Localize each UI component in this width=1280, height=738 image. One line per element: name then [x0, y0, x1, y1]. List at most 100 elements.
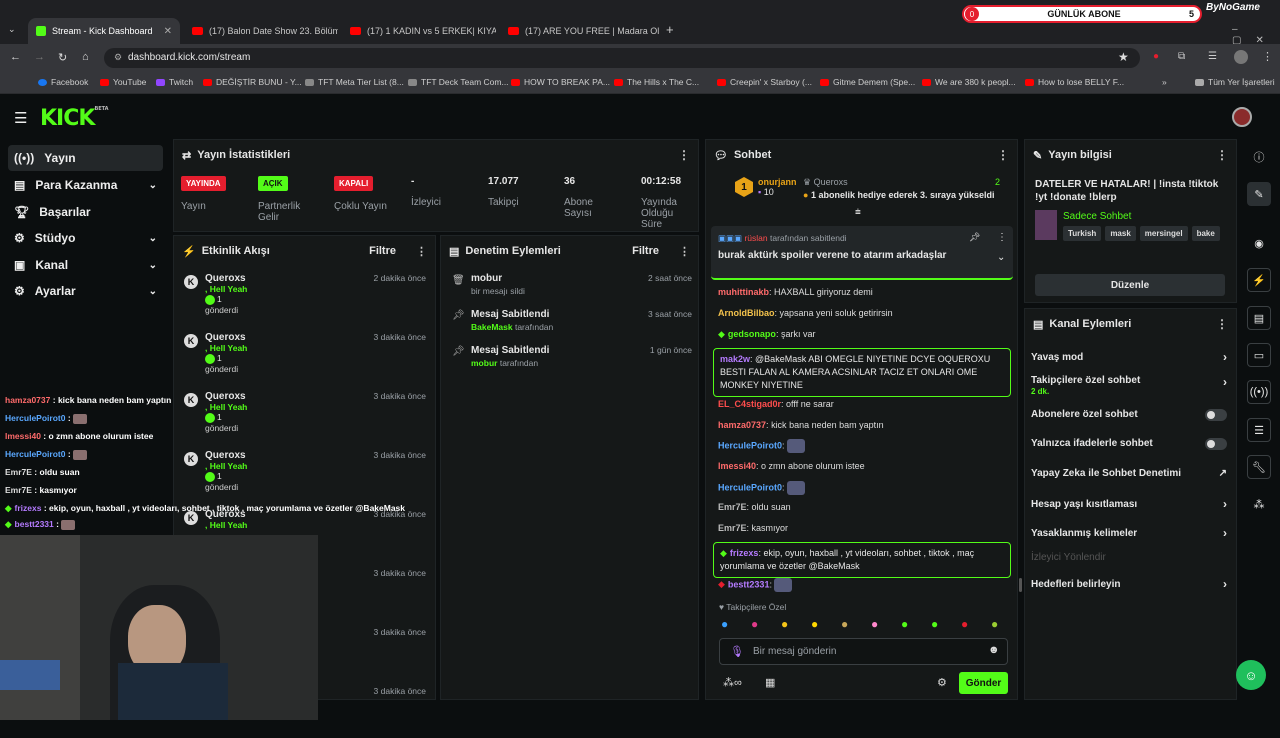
bookmark-item[interactable]: How to lose BELLY F...	[1025, 77, 1124, 87]
camera-icon[interactable]: ◉	[1247, 231, 1271, 255]
reload-icon[interactable]: ↻	[58, 51, 67, 64]
ball-emote-icon[interactable]: ●	[991, 617, 998, 631]
cup-emote-icon[interactable]: ●	[931, 617, 938, 631]
emotes-only-toggle[interactable]	[1205, 438, 1227, 450]
setting-account-age[interactable]: Hesap yaşı kısıtlaması ›	[1031, 497, 1227, 511]
tag[interactable]: bake	[1191, 226, 1220, 241]
tab-youtube-2[interactable]: (17) 1 KADIN vs 5 ERKEK| KIYAFET ✕	[342, 18, 496, 44]
bookmark-item[interactable]: Twitch	[156, 77, 193, 87]
wrench-icon[interactable]: 🔧︎	[1247, 455, 1271, 479]
forward-icon[interactable]: →	[34, 51, 45, 63]
chat-username[interactable]: gedsonapo	[728, 329, 776, 339]
edit-button[interactable]: Düzenle	[1035, 274, 1225, 296]
bookmark-item[interactable]: DEĞİŞTİR BUNU - Y...	[203, 77, 302, 87]
chat-username[interactable]: hamza0737	[718, 420, 766, 430]
new-tab-button[interactable]: +	[666, 22, 674, 37]
support-chat-button[interactable]: ☺	[1236, 660, 1266, 690]
top-gifter[interactable]: onurjann ▪ 10	[758, 177, 797, 197]
tag[interactable]: mask	[1105, 226, 1136, 241]
setting-slow-mode[interactable]: Yavaş mod ›	[1031, 350, 1227, 364]
chat-username[interactable]: Emr7E	[718, 523, 747, 533]
more-options-icon[interactable]: ⋮	[679, 245, 690, 258]
more-options-icon[interactable]: ⋮	[416, 245, 427, 258]
sidebar-item-basarilar[interactable]: 🏆︎ Başarılar	[8, 199, 163, 225]
sword-emote-icon[interactable]: ●	[751, 617, 758, 631]
tab-kick-dashboard[interactable]: Stream - Kick Dashboard ✕	[28, 18, 180, 44]
tag[interactable]: Turkish	[1063, 226, 1102, 241]
chevron-down-icon[interactable]: ⌄	[997, 252, 1005, 263]
more-options-icon[interactable]: ⋮	[997, 232, 1007, 243]
home-icon[interactable]: ⌂	[82, 51, 89, 63]
chat-username[interactable]: frizexs	[730, 548, 759, 558]
setting-followers-only[interactable]: Takipçilere özel sohbet 2 dk. ›	[1031, 375, 1227, 396]
tab-list-chevron-icon[interactable]: ⌄	[8, 24, 16, 35]
hamburger-menu-icon[interactable]: ☰	[14, 109, 27, 127]
chat-username[interactable]: ArnoldBilbao	[718, 308, 775, 318]
send-button[interactable]: Gönder	[959, 672, 1008, 694]
bookmark-star-icon[interactable]: ★	[1118, 50, 1129, 64]
chat-username[interactable]: HerculePoirot0	[718, 482, 782, 492]
pencil-icon[interactable]: ✎	[1247, 182, 1271, 206]
more-icon[interactable]: ⋮	[1262, 50, 1273, 63]
setting-goals[interactable]: Hedefleri belirleyin ›	[1031, 577, 1227, 591]
bookmark-item[interactable]: YouTube	[100, 77, 146, 87]
tab-youtube-3[interactable]: (17) ARE YOU FREE | Madara Ol ✕	[500, 18, 660, 44]
sidebar-item-ayarlar[interactable]: ⚙ Ayarlar ⌄	[8, 278, 163, 304]
bookmark-item[interactable]: HOW TO BREAK PA...	[511, 77, 610, 87]
moderation-user[interactable]: BakeMask	[471, 322, 513, 332]
setting-ai-moderation[interactable]: Yapay Zeka ile Sohbet Denetimi ↗	[1031, 468, 1227, 479]
chat-username[interactable]: EL_C4stigad0r	[718, 399, 781, 409]
moderation-user[interactable]: mobur	[471, 358, 497, 368]
list-icon[interactable]: ☰	[1247, 418, 1271, 442]
bookmark-item[interactable]: Facebook	[38, 77, 88, 87]
share-icon[interactable]: ⁂	[1247, 492, 1271, 516]
extensions-puzzle-icon[interactable]: ⧉	[1178, 51, 1185, 62]
bookmark-item[interactable]: Creepin' x Starboy (...	[717, 77, 812, 87]
chat-input[interactable]: 🎙︎ Bir mesaj gönderin ☻	[719, 638, 1008, 665]
window-controls[interactable]: –▢✕	[1232, 24, 1280, 46]
bookmark-item[interactable]: Gitme Demem (Spe...	[820, 77, 915, 87]
emoji-icon[interactable]: ☻	[988, 644, 1000, 656]
info-icon[interactable]: ⓘ	[1247, 145, 1271, 169]
kick-logo[interactable]: KICKBETA	[40, 106, 109, 131]
cinema-emote-icon[interactable]: ●	[841, 617, 848, 631]
menu-icon[interactable]: ☰	[1208, 51, 1217, 62]
bot-icon[interactable]: ⁂∞	[723, 676, 742, 689]
document-icon[interactable]: ▤	[1247, 306, 1271, 330]
gear-icon[interactable]: ⚙	[937, 676, 947, 689]
extension-icon[interactable]: ●	[1153, 51, 1159, 62]
chat-username[interactable]: Emr7E	[718, 502, 747, 512]
expand-gifters-icon[interactable]: ⩧	[855, 207, 861, 218]
sidebar-item-para-kazanma[interactable]: ▤ Para Kazanma ⌄	[8, 172, 163, 198]
heart-emote-icon[interactable]: ●	[811, 617, 818, 631]
chat-username[interactable]: mak2w	[720, 354, 750, 364]
category-name[interactable]: Sadece Sohbet	[1063, 211, 1131, 222]
pin-icon[interactable]: 📌︎	[969, 232, 980, 243]
chat-username[interactable]: HerculePoirot0	[718, 440, 782, 450]
store-icon[interactable]: ▦	[765, 676, 775, 689]
chat-username[interactable]: bestt2331	[728, 579, 770, 589]
filter-button[interactable]: Filtre	[632, 245, 659, 257]
more-options-icon[interactable]: ⋮	[997, 148, 1009, 162]
more-options-icon[interactable]: ⋮	[1216, 317, 1228, 331]
sidebar-item-yayin[interactable]: ((•)) Yayın	[8, 145, 163, 171]
url-field[interactable]: ⚙ dashboard.kick.com/stream ★	[104, 48, 1140, 68]
gift-user[interactable]: Queroxs	[814, 177, 848, 187]
user-avatar[interactable]	[1232, 107, 1252, 127]
site-info-icon[interactable]: ⚙	[114, 52, 122, 63]
more-bookmarks-icon[interactable]: »	[1162, 77, 1167, 87]
bookmark-item[interactable]: TFT Meta Tier List (8...	[305, 77, 404, 87]
close-icon[interactable]: ✕	[164, 26, 172, 37]
sidebar-item-kanal[interactable]: ▣ Kanal ⌄	[8, 252, 163, 278]
heart-pink-emote-icon[interactable]: ●	[871, 617, 878, 631]
bookmark-item[interactable]: The Hills x The C...	[614, 77, 699, 87]
bookmark-item[interactable]: We are 380 k peopl...	[922, 77, 1016, 87]
chat-emote-icon[interactable]: ●	[901, 617, 908, 631]
chat-scrollbar[interactable]	[1019, 578, 1022, 592]
subscribers-only-toggle[interactable]	[1205, 409, 1227, 421]
chat-username[interactable]: lmessi40	[718, 461, 756, 471]
more-options-icon[interactable]: ⋮	[1216, 148, 1228, 162]
broadcast-icon[interactable]: ((•))	[1247, 380, 1271, 404]
microphone-icon[interactable]: 🎙︎	[730, 645, 744, 658]
lightning-icon[interactable]: ⚡	[1247, 268, 1271, 292]
